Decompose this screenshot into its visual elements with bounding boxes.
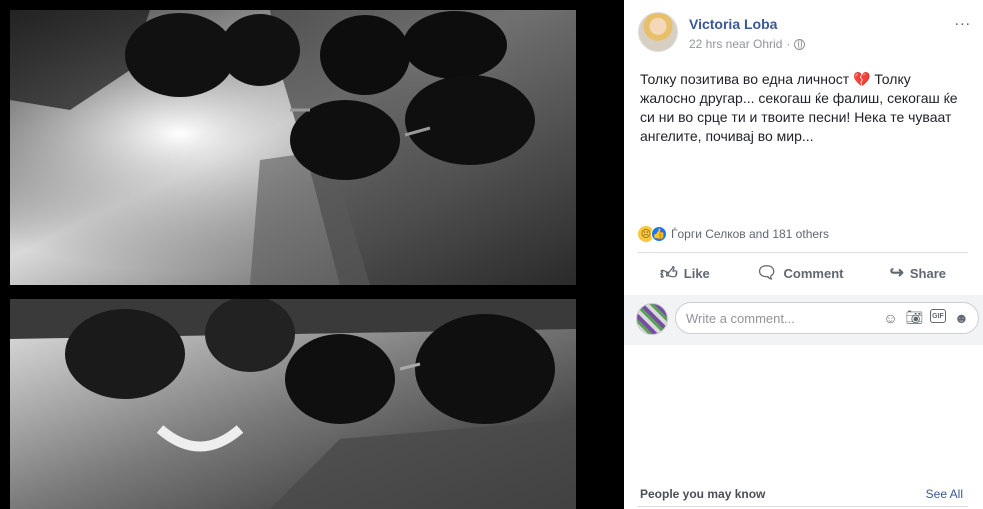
author-name[interactable]: Victoria Loba xyxy=(689,16,777,32)
meta-separator: · xyxy=(786,37,791,51)
people-you-may-know-title: People you may know xyxy=(640,487,766,501)
divider-top xyxy=(638,252,968,253)
sticker-icon[interactable]: ☻ xyxy=(953,309,970,326)
photo-viewer xyxy=(0,0,624,509)
emoji-icon[interactable]: ☺ xyxy=(882,309,899,326)
thumbs-up-icon: 👍︎ xyxy=(660,263,678,283)
photo-bottom[interactable] xyxy=(10,299,576,509)
see-all-link[interactable]: See All xyxy=(926,487,963,501)
comment-box[interactable]: ☺ 📷︎ GIF ☻ xyxy=(675,302,979,334)
share-label: Share xyxy=(909,265,946,281)
post-meta: 22 hrs near Ohrid · xyxy=(689,37,806,51)
camera-icon[interactable]: 📷︎ xyxy=(906,309,924,326)
viewer-avatar xyxy=(636,303,668,335)
share-button[interactable]: ↪ Share xyxy=(890,256,946,290)
post-header: Victoria Loba 22 hrs near Ohrid · xyxy=(638,12,978,56)
comment-label: Comment xyxy=(783,265,844,281)
globe-icon[interactable] xyxy=(794,38,806,50)
post-sidebar: Victoria Loba 22 hrs near Ohrid · ... То… xyxy=(624,0,983,509)
author-avatar[interactable] xyxy=(638,12,678,52)
post-text: Толку позитива во една личност 💔 Толку ж… xyxy=(640,71,958,144)
comment-input[interactable] xyxy=(686,310,866,326)
like-button[interactable]: 👍︎ Like xyxy=(660,256,710,290)
comment-tools: ☺ 📷︎ GIF ☻ xyxy=(882,309,970,326)
share-icon: ↪ xyxy=(889,263,904,282)
comment-button[interactable]: 🗨︎ Comment xyxy=(756,256,844,290)
post-time[interactable]: 22 hrs near Ohrid xyxy=(689,37,782,51)
post-actions: 👍︎ Like 🗨︎ Comment ↪ Share xyxy=(638,256,968,290)
divider-bottom xyxy=(638,506,968,507)
reactions-text[interactable]: Ѓорги Селков and 181 others xyxy=(671,227,829,241)
comment-icon: 🗨︎ xyxy=(755,263,778,282)
gif-icon[interactable]: GIF xyxy=(930,309,946,323)
like-label: Like xyxy=(683,265,710,281)
more-options-icon[interactable]: ... xyxy=(955,12,971,30)
reactions-summary[interactable]: ☹ 👍 Ѓорги Селков and 181 others xyxy=(638,224,829,244)
like-reaction-icon: 👍 xyxy=(651,226,667,242)
photo-top[interactable] xyxy=(10,10,576,285)
